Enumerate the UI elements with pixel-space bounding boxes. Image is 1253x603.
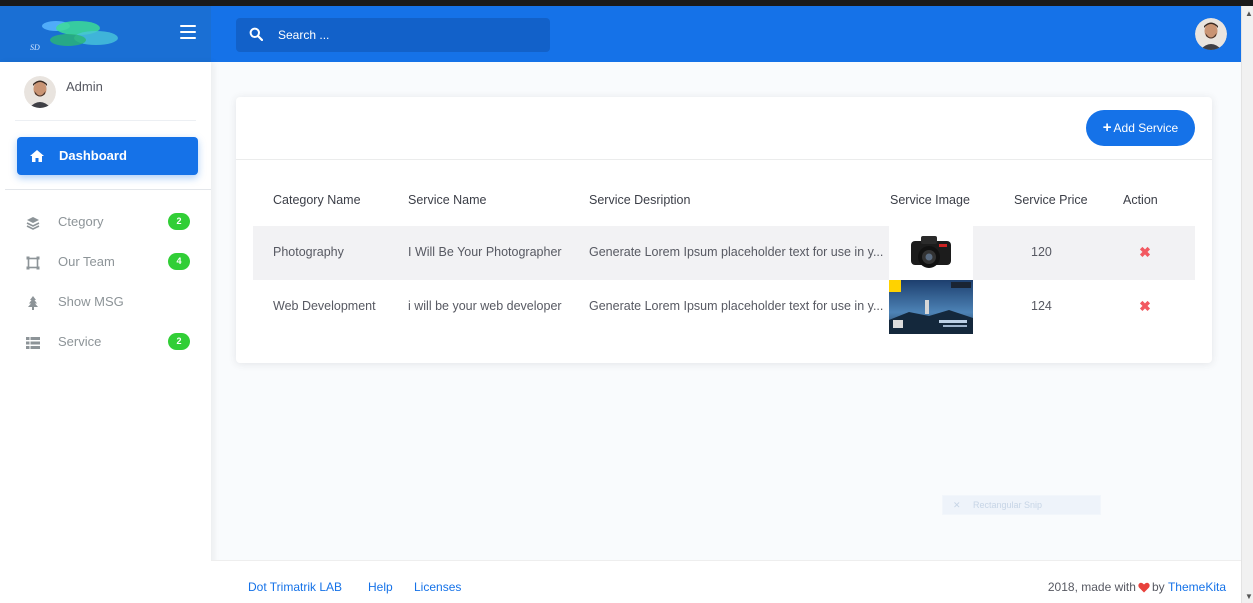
sidebar-item-label: Show MSG	[58, 294, 124, 309]
sidebar-item-label: Ctegory	[58, 214, 104, 229]
cell-price: 124	[1031, 299, 1052, 313]
svg-text:SD: SD	[30, 43, 40, 52]
sidebar-user-name: Admin	[66, 79, 103, 94]
sidebar: Admin Dashboard Ctegory 2 Our Team 4 Sho…	[0, 62, 211, 603]
service-image-camera	[889, 226, 973, 280]
card-header: + Add Service	[236, 97, 1212, 160]
add-service-button[interactable]: + Add Service	[1086, 110, 1195, 146]
footer-link-help[interactable]: Help	[368, 580, 393, 594]
sidebar-item-label: Service	[58, 334, 102, 349]
footer-link-licenses[interactable]: Licenses	[414, 580, 461, 594]
logo-header: SD	[0, 6, 211, 62]
services-card: + Add Service Category Name Service Name …	[236, 97, 1212, 363]
tree-icon	[28, 296, 38, 310]
rectangular-snip-overlay: ✕ Rectangular Snip	[942, 495, 1101, 515]
sidebar-item-category[interactable]: Ctegory 2	[0, 204, 211, 240]
cell-category: Web Development	[273, 299, 376, 313]
column-header-action: Action	[1123, 193, 1158, 207]
copyright-text: 2018, made with by ThemeKita	[1048, 580, 1226, 594]
scroll-down-arrow-icon[interactable]: ▼	[1245, 593, 1253, 601]
search-icon[interactable]	[249, 27, 263, 41]
sidebar-user-avatar[interactable]	[24, 76, 56, 108]
sidebar-item-our-team[interactable]: Our Team 4	[0, 244, 211, 280]
plus-icon: +	[1102, 119, 1112, 136]
themekita-link[interactable]: ThemeKita	[1168, 580, 1226, 594]
close-icon: ✕	[953, 500, 961, 510]
sidebar-item-dashboard[interactable]: Dashboard	[17, 137, 198, 175]
cell-service-name: I Will Be Your Photographer	[408, 245, 562, 259]
count-badge: 4	[168, 253, 190, 270]
cell-category: Photography	[273, 245, 344, 259]
page-scrollbar[interactable]: ▲ ▼	[1241, 6, 1253, 603]
column-header-description: Service Desription	[589, 193, 691, 207]
heart-icon	[1138, 582, 1150, 592]
count-badge: 2	[168, 333, 190, 350]
delete-icon[interactable]: ✖	[1135, 296, 1155, 316]
search-box	[236, 18, 550, 52]
delete-icon[interactable]: ✖	[1135, 242, 1155, 262]
brand-logo: SD	[30, 21, 118, 52]
column-header-image: Service Image	[890, 193, 970, 207]
cell-price: 120	[1031, 245, 1052, 259]
footer-link-dot-trimatrik[interactable]: Dot Trimatrik LAB	[248, 580, 342, 594]
list-icon	[26, 336, 40, 350]
cell-description: Generate Lorem Ipsum placeholder text fo…	[589, 299, 884, 313]
sidebar-item-show-msg[interactable]: Show MSG	[0, 284, 211, 320]
count-badge: 2	[168, 213, 190, 230]
copyright-prefix: 2018, made with	[1047, 580, 1136, 594]
column-header-service-name: Service Name	[408, 193, 487, 207]
home-icon	[30, 150, 44, 162]
sidebar-item-service[interactable]: Service 2	[0, 324, 211, 360]
sidebar-divider	[5, 189, 211, 190]
sidebar-item-label: Dashboard	[59, 148, 127, 163]
frame-icon	[26, 256, 40, 270]
table-row: Web Development i will be your web devel…	[253, 280, 1195, 334]
scroll-up-arrow-icon[interactable]: ▲	[1245, 10, 1253, 18]
service-image-landscape	[889, 280, 973, 334]
cell-service-name: i will be your web developer	[408, 299, 562, 313]
search-input[interactable]	[278, 18, 538, 52]
snip-label: Rectangular Snip	[973, 500, 1043, 510]
user-avatar-menu[interactable]	[1195, 18, 1227, 50]
sidebar-toggle-button[interactable]	[180, 25, 196, 39]
column-header-category: Category Name	[273, 193, 361, 207]
top-navbar	[211, 6, 1241, 62]
cell-description: Generate Lorem Ipsum placeholder text fo…	[589, 245, 884, 259]
sidebar-item-label: Our Team	[58, 254, 115, 269]
footer: Dot Trimatrik LAB Help Licenses 2018, ma…	[211, 560, 1241, 603]
sidebar-divider	[15, 120, 196, 121]
add-service-label: Add Service	[1113, 121, 1179, 135]
column-header-price: Service Price	[1014, 193, 1088, 207]
table-row: Photography I Will Be Your Photographer …	[253, 226, 1195, 280]
layers-icon	[26, 217, 40, 230]
copyright-by: by	[1151, 580, 1165, 594]
